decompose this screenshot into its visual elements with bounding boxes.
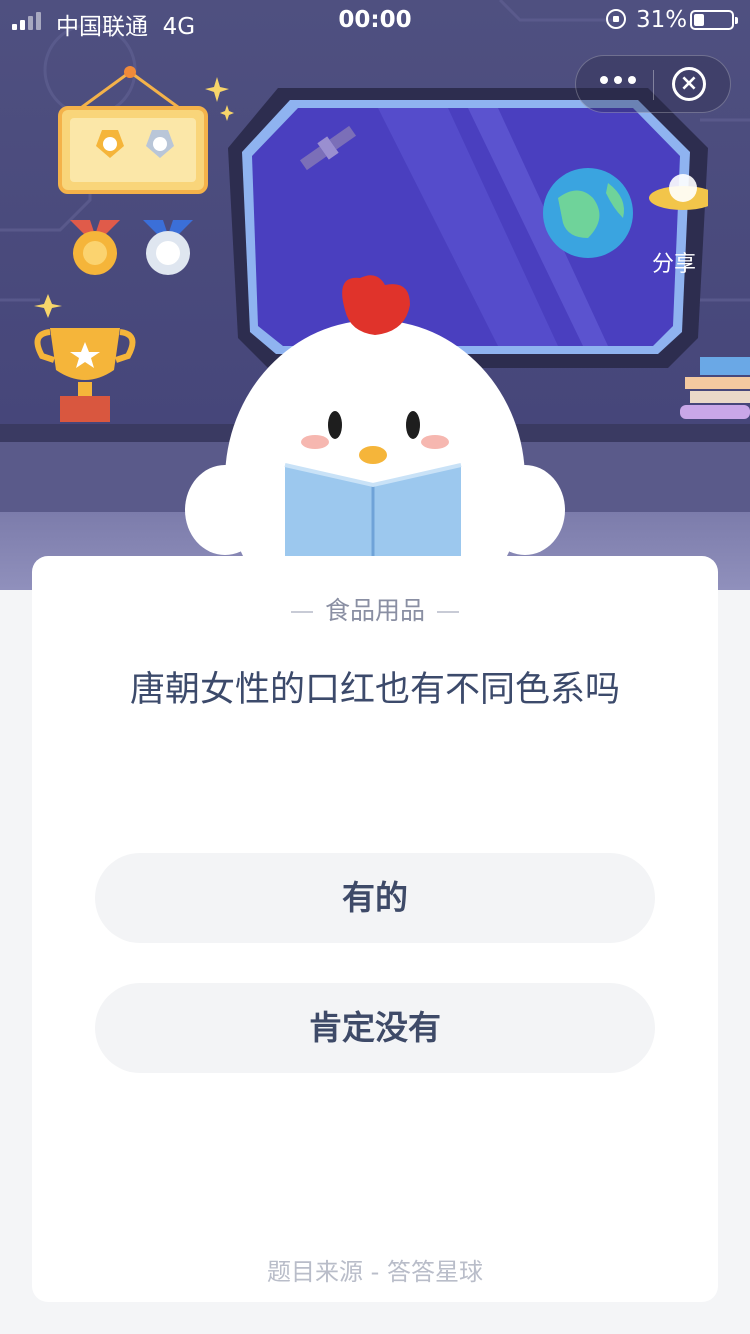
more-dots-icon[interactable] bbox=[600, 76, 636, 84]
share-label[interactable]: 分享 bbox=[652, 246, 696, 278]
category-label: 食品用品 bbox=[324, 596, 425, 625]
medals-icon bbox=[70, 220, 193, 275]
answer-option-2[interactable]: 肯定没有 bbox=[95, 983, 655, 1073]
question-card: 食品用品 唐朝女性的口红也有不同色系吗 有的 肯定没有 题目来源 - 答答星球 bbox=[32, 556, 718, 1302]
battery-percent: 31% bbox=[636, 7, 688, 33]
question-text: 唐朝女性的口红也有不同色系吗 bbox=[129, 670, 620, 710]
category-heading: 食品用品 bbox=[32, 591, 718, 627]
trophy-icon bbox=[34, 294, 136, 422]
question-source: 题目来源 - 答答星球 bbox=[267, 1258, 483, 1286]
close-circle-icon[interactable]: × bbox=[672, 67, 706, 101]
status-bar: 中国联通 4G 00:00 31% bbox=[0, 0, 750, 40]
answer-option-1[interactable]: 有的 bbox=[95, 853, 655, 943]
chick-mascot-illustration bbox=[185, 275, 565, 590]
battery-icon bbox=[690, 10, 738, 30]
miniprogram-capsule: × bbox=[575, 55, 731, 113]
category-dash-left bbox=[290, 611, 313, 613]
capsule-divider bbox=[653, 70, 654, 100]
rotation-lock-icon bbox=[606, 9, 626, 29]
category-dash-right bbox=[437, 611, 459, 613]
